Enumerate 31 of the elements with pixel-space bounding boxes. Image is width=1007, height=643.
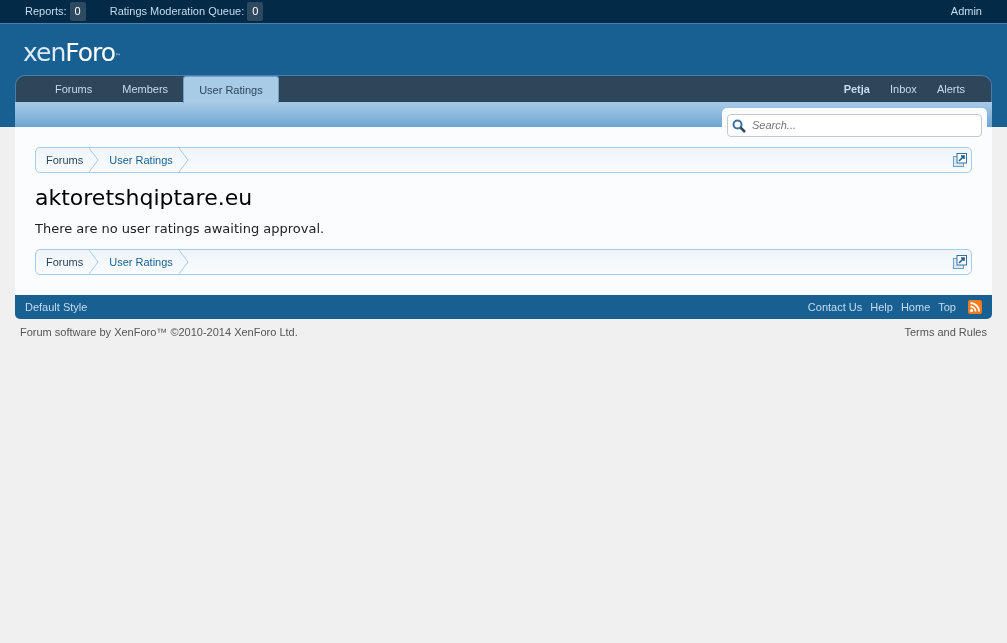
rss-icon[interactable] [968,299,982,314]
account-link[interactable]: Admin [950,3,982,20]
search-icon [732,118,746,133]
empty-message: There are no user ratings awaiting approval. [35,220,326,239]
footer-link[interactable]: Help [870,298,893,316]
nav-tab[interactable]: User Ratings [183,76,279,103]
moderation-link[interactable]: Reports: [25,3,67,20]
count-badge: 0 [69,2,86,21]
logo[interactable]: xenForo$^{™}$ [23,38,121,67]
breadcrumb-link[interactable]: Forums [36,249,90,274]
jump-icon[interactable] [953,153,967,167]
footer-link[interactable]: Home [900,298,931,316]
search-input[interactable]: Search... [750,116,950,135]
moderation-link[interactable]: Ratings Moderation Queue: [109,3,245,20]
footer-link[interactable]: Top [938,298,956,316]
nav-tab[interactable]: Forums [40,76,108,103]
nav-link[interactable]: Petja [833,76,880,102]
breadcrumb-link[interactable]: User Ratings [99,249,179,274]
breadcrumb-link[interactable]: Forums [36,148,90,172]
breadcrumb-link[interactable]: User Ratings [99,148,179,172]
terms-link[interactable]: Terms and Rules [904,323,987,341]
nav-link[interactable]: Inbox [879,76,927,102]
style-chooser-link[interactable]: Default Style [25,298,88,316]
jump-icon[interactable] [953,254,967,269]
copyright-text: Forum software by XenForo™ ©2010-2014 XenForo Ltd. [20,324,298,340]
search-box[interactable]: Search... [727,114,982,137]
footer-link[interactable]: Contact Us [807,298,863,316]
nav-tab[interactable]: Members [107,76,184,103]
nav-link[interactable]: Alerts [926,76,975,102]
page-title: aktoretshqiptare.eu [35,185,254,212]
count-badge: 0 [247,2,264,21]
